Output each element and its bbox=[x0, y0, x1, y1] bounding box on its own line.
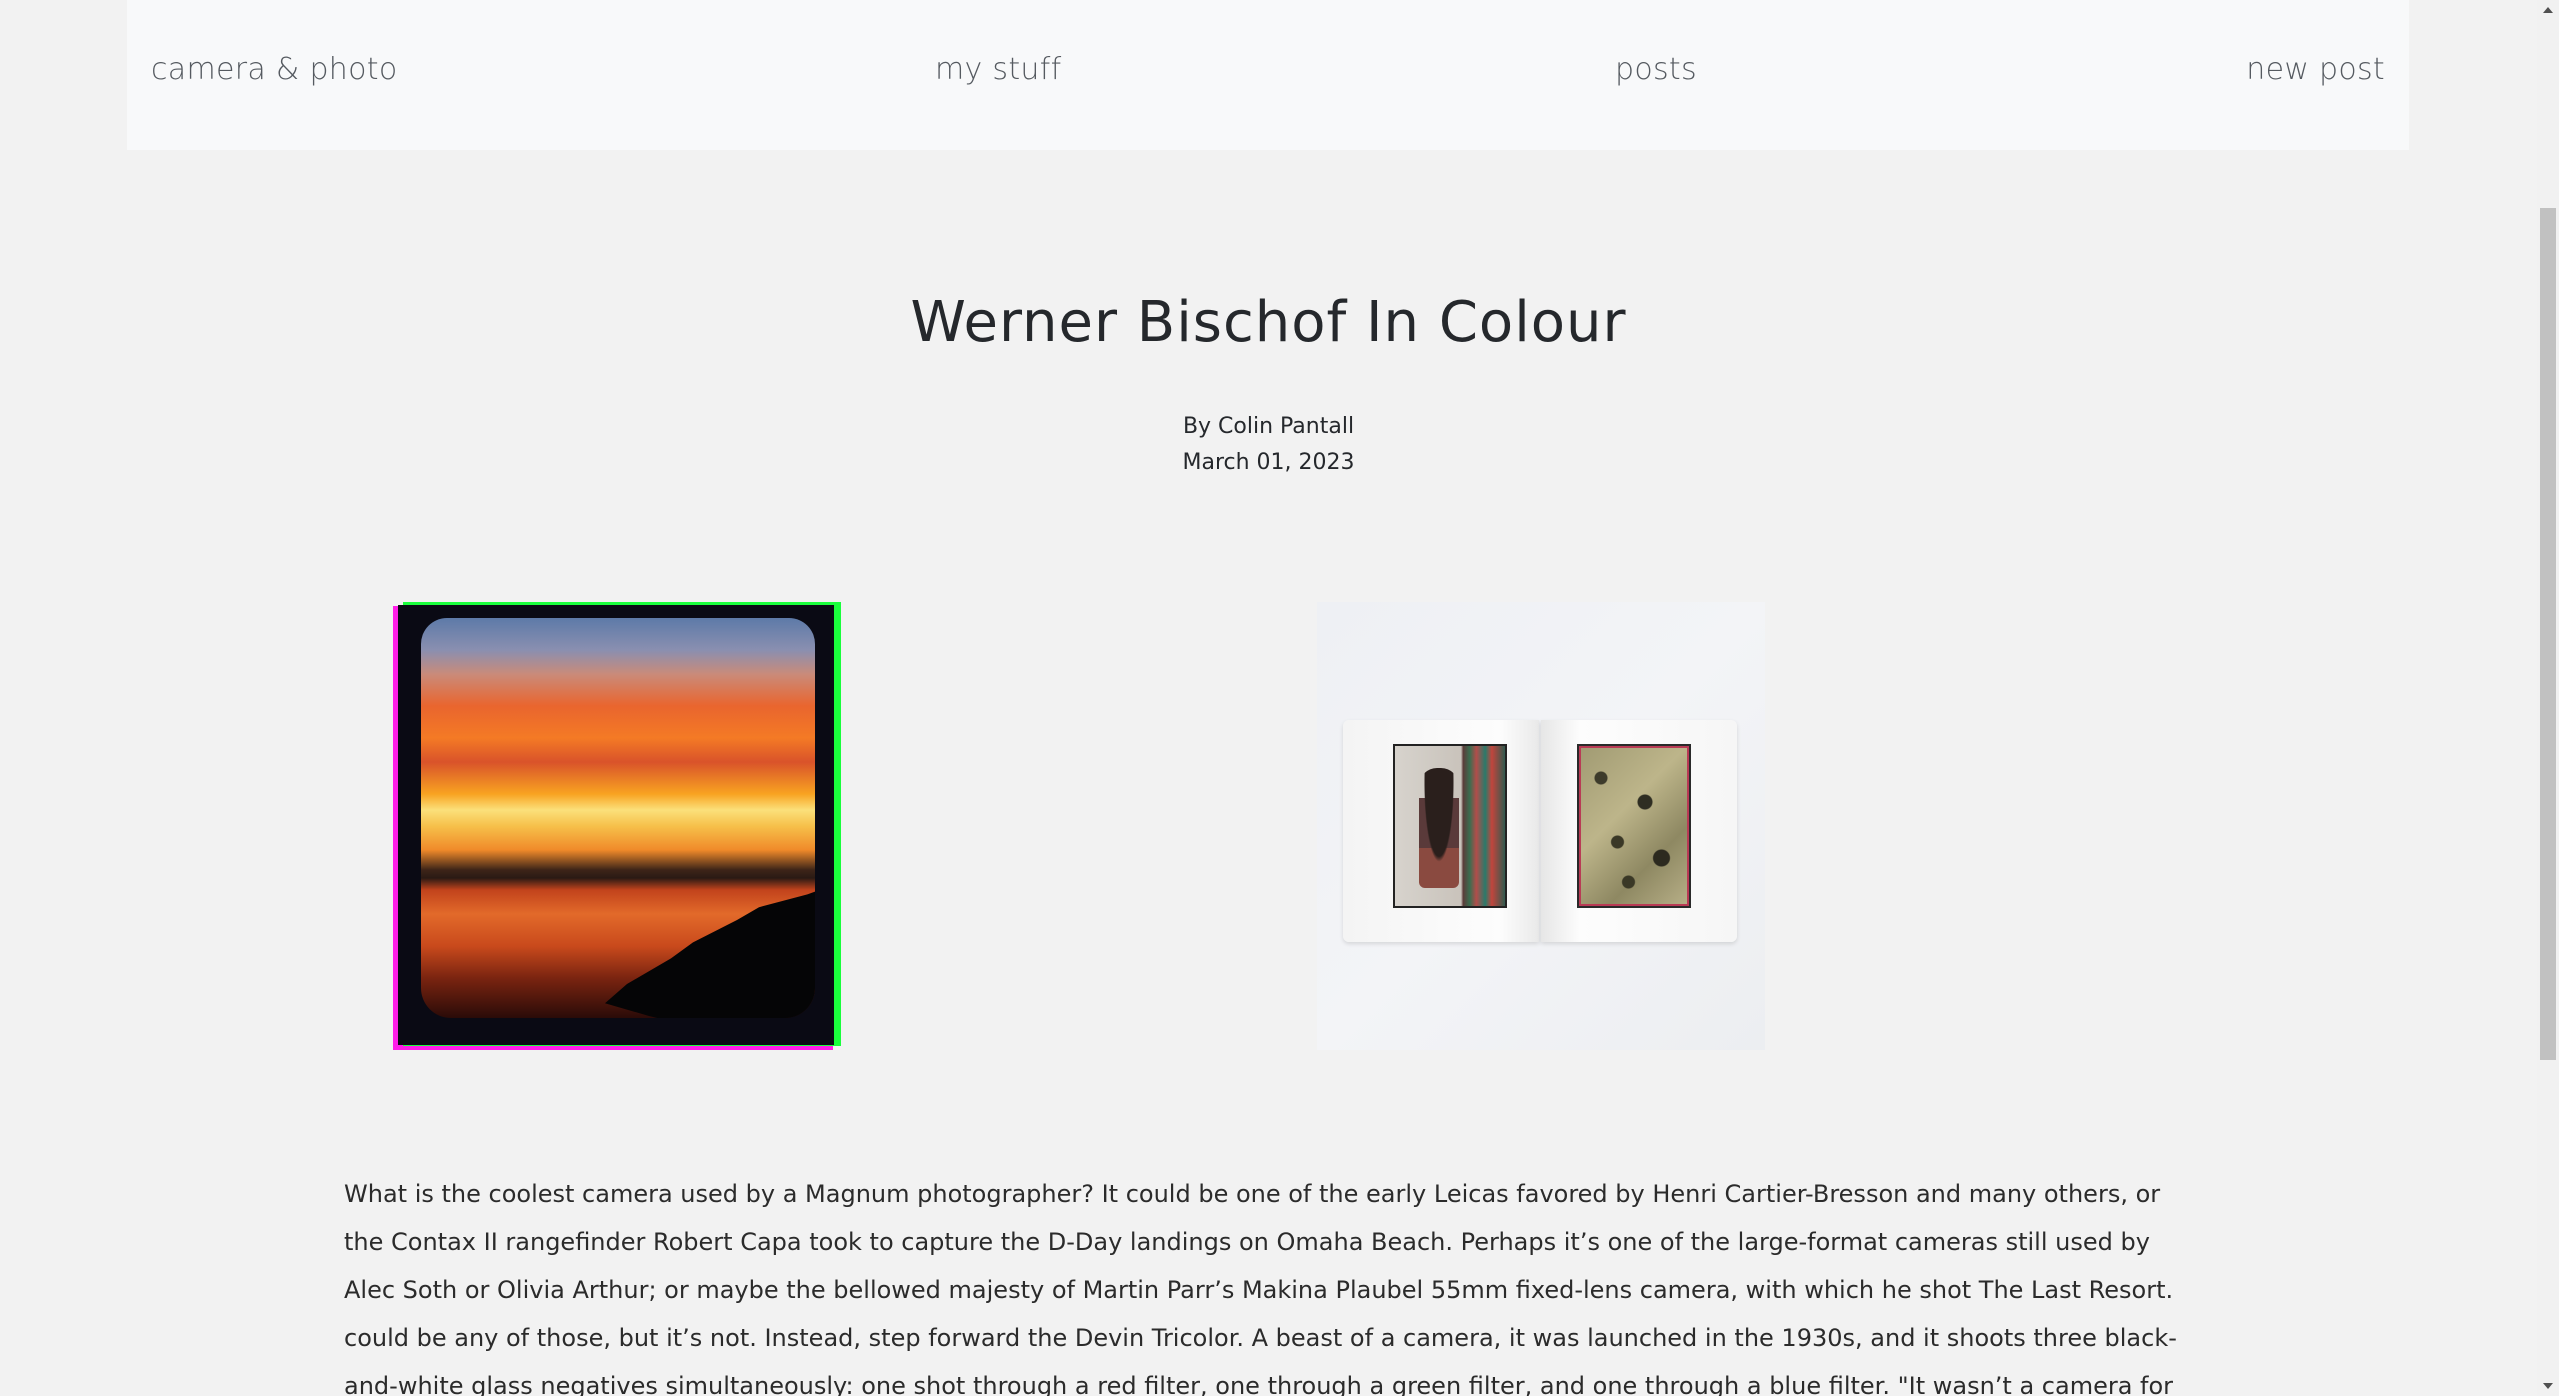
article-title: Werner Bischof In Colour bbox=[910, 290, 1627, 355]
texture-plate bbox=[1577, 744, 1691, 908]
seated-figure bbox=[1419, 768, 1459, 888]
article-byline: By Colin Pantall bbox=[1182, 414, 1355, 439]
article-body: What is the coolest camera used by a Mag… bbox=[344, 1180, 2177, 1396]
open-book-photo[interactable] bbox=[1317, 602, 1765, 1050]
sunset-sky bbox=[421, 618, 815, 1018]
scroll-thumb[interactable] bbox=[2540, 208, 2556, 1060]
sunset-photo[interactable] bbox=[393, 602, 841, 1050]
article-date: March 01, 2023 bbox=[1182, 450, 1355, 475]
nav-brand-link[interactable]: camera & photo bbox=[151, 52, 397, 87]
vertical-scrollbar[interactable] bbox=[2537, 0, 2559, 1396]
open-book bbox=[1343, 720, 1737, 942]
top-nav: camera & photo my stuff posts new post bbox=[127, 0, 2409, 150]
book-page-left bbox=[1343, 720, 1539, 942]
nav-posts-link[interactable]: posts bbox=[1615, 52, 1697, 87]
shoreline-silhouette bbox=[605, 888, 815, 1018]
page: camera & photo my stuff posts new post W… bbox=[0, 0, 2559, 1396]
portrait-plate bbox=[1393, 744, 1507, 908]
scroll-up-arrow-icon[interactable] bbox=[2543, 7, 2553, 13]
nav-new-post-link[interactable]: new post bbox=[2246, 52, 2385, 87]
nav-my-stuff-link[interactable]: my stuff bbox=[935, 52, 1061, 87]
scroll-down-arrow-icon[interactable] bbox=[2543, 1383, 2553, 1389]
